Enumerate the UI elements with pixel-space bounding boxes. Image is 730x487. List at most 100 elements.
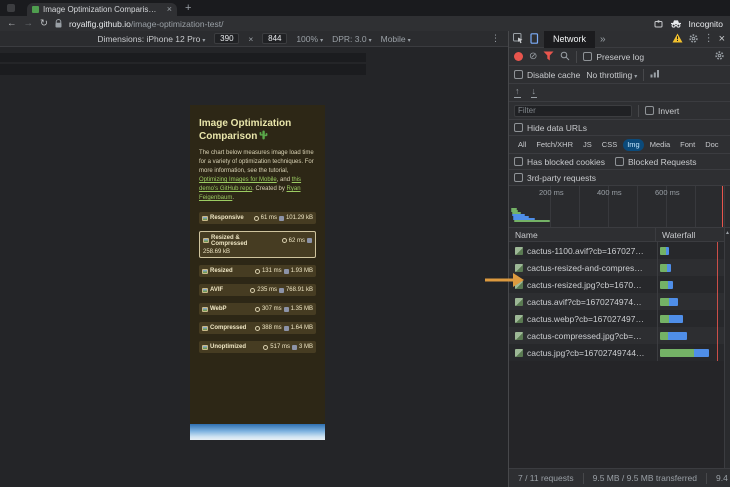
export-har-icon[interactable]: ↓ [530,87,537,98]
import-har-icon[interactable]: ↑ [514,87,521,98]
disable-cache-checkbox[interactable]: Disable cache [514,70,580,80]
inspect-element-icon[interactable] [513,32,524,46]
request-count: 7 / 11 requests [518,473,574,483]
reload-icon[interactable]: ↻ [40,19,48,29]
media-query-bar[interactable] [0,64,366,75]
zoom-dropdown[interactable]: 100% ▾ [296,34,323,44]
has-blocked-cookies-checkbox[interactable]: Has blocked cookies [514,157,605,167]
har-row: ↑ ↓ [509,84,730,102]
table-scrollbar[interactable]: ▲ [724,228,730,468]
viewport-width-input[interactable] [214,33,240,44]
load-time: 235 ms [257,287,277,293]
network-request-row[interactable]: cactus-1100.avif?cb=167027… [509,242,730,259]
name-column-header[interactable]: Name [509,230,655,240]
network-request-row[interactable]: cactus.avif?cb=1670274974… [509,293,730,310]
extensions-icon[interactable] [654,15,663,33]
dpr-dropdown[interactable]: DPR: 3.0 ▾ [332,34,372,44]
waterfall-column-header[interactable]: Waterfall [656,230,730,240]
mobile-viewport: Image Optimization Comparison The chart … [190,105,325,440]
tab-close-icon[interactable]: × [167,5,172,14]
device-toolbar: Dimensions: iPhone 12 Pro▾ × 100%▾ DPR: … [0,31,508,47]
devtools-menu-icon[interactable]: ⋮ [704,34,714,44]
optimization-row: WebP 307 ms 1.35 MB [199,303,316,315]
tab-strip: Image Optimization Comparis… × + [0,0,730,16]
filter-funnel-icon[interactable] [543,51,554,63]
chevron-down-icon: ▾ [407,37,411,44]
third-party-checkbox[interactable]: 3rd-party requests [514,173,596,183]
search-icon[interactable] [560,51,570,63]
filter-pill[interactable]: CSS [598,139,621,151]
clock-icon [250,287,256,293]
network-overview-timeline[interactable]: 200 ms 400 ms 600 ms [509,186,730,228]
blocked-requests-checkbox[interactable]: Blocked Requests [614,157,696,167]
optimization-row: Unoptimized 517 ms 3 MB [199,341,316,353]
back-icon[interactable]: ← [7,19,17,29]
filter-pill[interactable]: Fetch/XHR [532,139,577,151]
optimization-row: Resized 131 ms 1.93 MB [199,265,316,277]
tutorial-link[interactable]: Optimizing Images for Mobile [199,177,277,183]
disk-icon [278,287,284,293]
device-mode-dropdown[interactable]: Mobile ▾ [381,34,411,44]
device-toolbar-toggle-icon[interactable] [529,32,539,46]
device-toolbar-menu-icon[interactable]: ⋮ [491,33,500,44]
network-status-bar: 7 / 11 requests 9.5 MB / 9.5 MB transfer… [509,468,730,487]
filter-pill[interactable]: Media [646,139,674,151]
navigation-bar: ← → ↻ royalfig.github.io/image-optimizat… [0,16,730,31]
clear-icon[interactable]: ⊘ [529,51,537,62]
filter-input[interactable] [514,104,632,117]
file-size: 3 MB [298,344,313,350]
browser-window: Image Optimization Comparis… × + ← → ↻ r… [0,0,730,487]
filter-pill[interactable]: Font [676,139,699,151]
incognito-label: Incognito [688,18,724,29]
forward-icon[interactable]: → [24,19,34,29]
clock-icon [281,238,287,243]
new-tab-button[interactable]: + [185,2,191,14]
optimization-list: Responsive 61 ms 101.29 kB Resized & Compr… [199,212,316,353]
invert-checkbox[interactable]: Invert [645,106,679,116]
emulated-content-area: Image Optimization Comparison The chart … [0,48,508,487]
filter-pill[interactable]: Doc [701,139,722,151]
preserve-log-checkbox[interactable]: Preserve log [583,52,644,62]
throttling-dropdown[interactable]: No throttling ▾ [586,70,637,80]
network-request-row[interactable]: cactus-compressed.jpg?cb=… [509,327,730,344]
load-time: 517 ms [270,344,290,350]
network-conditions-row: Disable cache No throttling ▾ [509,66,730,84]
filter-pill[interactable]: JS [579,139,596,151]
intro-paragraph: The chart below measures image load time… [199,150,314,201]
network-request-row[interactable]: cactus.webp?cb=167027497… [509,310,730,327]
devtools-close-icon[interactable]: × [719,33,725,45]
network-request-row[interactable]: cactus-resized-and-compres… [509,259,730,276]
waterfall-bar [657,310,730,327]
timeline-overview-bars [509,186,730,227]
settings-gear-icon[interactable] [688,33,699,46]
viewport-height-input[interactable] [262,33,288,44]
issues-warning-icon[interactable] [672,33,683,45]
image-file-icon [515,314,523,323]
network-conditions-icon[interactable] [650,69,660,80]
file-size: 258.69 kB [203,248,231,255]
address-bar[interactable]: royalfig.github.io/image-optimization-te… [69,19,224,29]
lock-icon[interactable] [55,15,62,33]
browser-tab[interactable]: Image Optimization Comparis… × [27,3,177,16]
media-query-bar[interactable] [0,53,366,62]
filter-pill[interactable]: All [514,139,530,151]
more-tabs-icon[interactable]: » [600,34,606,45]
tab-network[interactable]: Network [544,30,596,48]
request-type-filters: All Fetch/XHR JS CSS Img Media Font Doc [509,136,730,154]
image-file-icon [515,297,523,306]
filter-pill[interactable]: Img [623,138,644,151]
cactus-photo [190,424,325,440]
network-request-row[interactable]: cactus-resized.jpg?cb=1670… [509,276,730,293]
scroll-up-icon[interactable]: ▲ [725,230,730,236]
optimization-row: Resized & Compressed 62 ms 258.69 kB [199,231,316,258]
record-button[interactable] [514,52,523,61]
hide-data-urls-checkbox[interactable]: Hide data URLs [514,123,587,133]
network-request-row[interactable]: cactus.jpg?cb=16702749744… [509,344,730,361]
network-settings-gear-icon[interactable] [714,50,725,63]
image-file-icon [515,348,523,357]
image-icon [202,215,208,221]
optimization-label: Compressed [210,325,247,331]
window-menu-icon[interactable] [7,4,15,12]
device-dimensions-dropdown[interactable]: Dimensions: iPhone 12 Pro ▾ [97,34,205,44]
waterfall-bar [657,242,730,259]
